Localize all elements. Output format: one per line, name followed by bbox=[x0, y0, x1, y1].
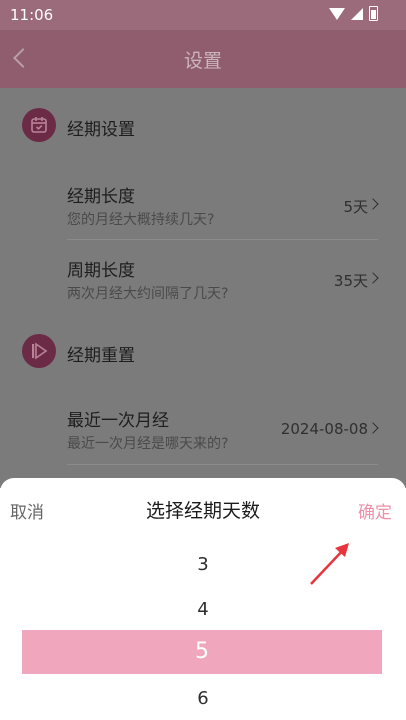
divider bbox=[67, 464, 378, 465]
wifi-icon bbox=[329, 7, 345, 20]
row-value: 5天 bbox=[343, 198, 368, 216]
row-period-length[interactable]: 经期长度 您的月经大概持续几天? 5天 bbox=[0, 166, 406, 240]
section-title: 经期设置 bbox=[67, 120, 135, 140]
section-title: 经期重置 bbox=[67, 346, 135, 366]
picker-selected-value: 5 bbox=[195, 639, 209, 664]
play-icon bbox=[22, 334, 56, 368]
chevron-right-icon bbox=[367, 198, 379, 210]
section-period-settings: 经期设置 bbox=[0, 88, 406, 158]
battery-icon bbox=[369, 6, 378, 21]
page-title: 设置 bbox=[183, 50, 222, 72]
app-bar: 设置 bbox=[0, 30, 406, 88]
calendar-icon bbox=[22, 108, 56, 142]
status-bar: 11:06 bbox=[0, 0, 406, 30]
status-icons bbox=[329, 6, 378, 21]
row-title: 经期长度 bbox=[67, 187, 135, 207]
row-subtitle: 您的月经大概持续几天? bbox=[67, 212, 215, 228]
period-days-picker-sheet: 取消 选择经期天数 确定 3 4 5 6 bbox=[0, 478, 406, 720]
row-last-period[interactable]: 最近一次月经 最近一次月经是哪天来的? 2024-08-08 bbox=[0, 390, 406, 464]
status-time: 11:06 bbox=[10, 6, 54, 24]
row-title: 周期长度 bbox=[67, 261, 135, 281]
arrow-icon bbox=[310, 543, 349, 585]
chevron-right-icon bbox=[367, 422, 379, 434]
section-period-reset: 经期重置 bbox=[0, 314, 406, 384]
row-subtitle: 两次月经大约间隔了几天? bbox=[67, 286, 229, 302]
picker-option[interactable]: 6 bbox=[0, 688, 406, 709]
row-cycle-length[interactable]: 周期长度 两次月经大约间隔了几天? 35天 bbox=[0, 240, 406, 314]
settings-content: 经期设置 经期长度 您的月经大概持续几天? 5天 周期长度 两次月经大约间隔了几… bbox=[0, 88, 406, 488]
row-subtitle: 最近一次月经是哪天来的? bbox=[67, 436, 229, 452]
row-value: 35天 bbox=[333, 272, 368, 290]
row-value: 2024-08-08 bbox=[280, 420, 368, 438]
picker-option[interactable]: 4 bbox=[0, 599, 406, 620]
confirm-button[interactable]: 确定 bbox=[358, 498, 392, 523]
signal-icon bbox=[351, 7, 363, 20]
sheet-title: 选择经期天数 bbox=[145, 500, 260, 522]
picker-selected-option[interactable]: 5 bbox=[22, 630, 382, 674]
row-title: 最近一次月经 bbox=[67, 411, 169, 431]
chevron-right-icon bbox=[367, 272, 379, 284]
